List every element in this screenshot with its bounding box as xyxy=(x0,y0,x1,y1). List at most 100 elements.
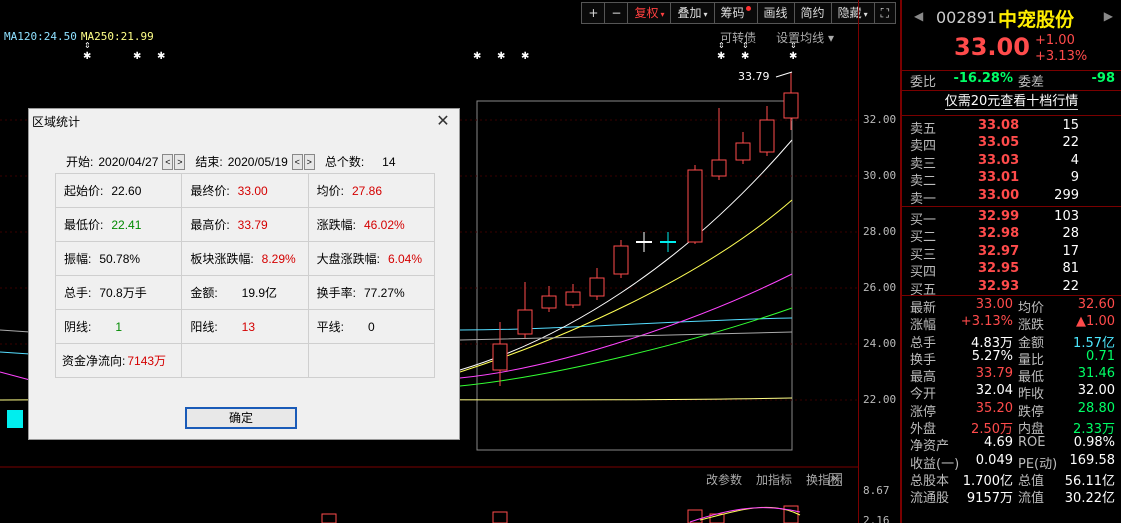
ask-book: 卖五 33.08 15 卖四 33.05 22 卖三 33.03 4 卖二 33.01 9 卖一… xyxy=(902,116,1121,207)
add-indicator-link[interactable]: 加指标 xyxy=(756,471,792,488)
stat-label: 最终价: xyxy=(190,184,230,198)
draw-line-button[interactable]: 画线 xyxy=(756,2,795,24)
kline-candle xyxy=(687,169,703,243)
stat-value: 5.27% xyxy=(971,348,1013,364)
webi-value: -16.28% xyxy=(953,71,1013,86)
stat-label: 金额: xyxy=(190,286,218,300)
quote-stat-row: 总手 4.83万 金额 1.57亿 xyxy=(902,332,1121,351)
ask-row: 卖二 33.01 9 xyxy=(902,170,1121,189)
close-icon[interactable]: ✕ xyxy=(435,111,451,130)
next-stock-icon[interactable]: ▶ xyxy=(1104,9,1113,23)
stat-label: 最低价: xyxy=(64,218,104,232)
event-star-icon: ✱ xyxy=(157,51,165,62)
stat-value: 0 xyxy=(368,320,375,334)
bid-row: 买二 32.98 28 xyxy=(902,226,1121,246)
ask-price: 33.01 xyxy=(978,170,1020,186)
quote-stat-row: 今开 32.04 昨收 32.00 xyxy=(902,383,1121,402)
stat-value: 30.22亿 xyxy=(1064,491,1115,507)
stat-value: 27.86 xyxy=(352,184,383,198)
stat-label: 量比 xyxy=(1018,352,1045,368)
ma10-line xyxy=(459,199,793,373)
stat-label: 最高 xyxy=(910,370,937,386)
overlay-button[interactable]: 叠加 ▾ xyxy=(670,2,715,24)
ask-price: 33.00 xyxy=(978,187,1020,203)
stat-label: 内盘 xyxy=(1018,422,1045,438)
convertible-bond-link[interactable]: 可转债 xyxy=(720,29,756,46)
close-indicator-icon[interactable]: ✕ xyxy=(829,473,842,486)
restore-right-button[interactable]: 复权 ▾ xyxy=(627,2,672,24)
stat-label: 阳线: xyxy=(190,320,218,334)
stat-value: 46.02% xyxy=(364,218,405,232)
price-tick: 22.00 xyxy=(863,393,897,406)
set-ma-link[interactable]: 设置均线 ▾ xyxy=(776,29,834,46)
kline-candle xyxy=(541,295,557,309)
stat-value: 32.60 xyxy=(1077,297,1115,312)
weicha-value: -98 xyxy=(1091,71,1116,86)
stat-value: 35.20 xyxy=(975,400,1013,416)
ask-price: 33.05 xyxy=(978,135,1020,151)
stat-value: 28.80 xyxy=(1077,400,1115,416)
stat-label: 振幅: xyxy=(64,252,92,266)
price-change: +1.00 +3.13% xyxy=(1035,33,1087,65)
event-star-icon: ✱ xyxy=(83,51,91,62)
event-star-icon: ✱ xyxy=(473,51,481,62)
count-value: 14 xyxy=(382,154,396,169)
stat-label: 最高价: xyxy=(190,218,230,232)
end-prev-button[interactable]: < xyxy=(291,153,303,170)
stat-cell: 换手率: 77.27% xyxy=(307,275,436,310)
stat-value: 22.41 xyxy=(111,218,142,232)
bid-book: 买一 32.99 103 买二 32.98 28 买三 32.97 17 买四 32.95 81… xyxy=(902,207,1121,298)
quote-header: ◀ 002891 中宠股份 ▶ 33.00 +1.00 +3.13% xyxy=(902,0,1121,70)
ask-row: 卖三 33.03 4 xyxy=(902,152,1121,172)
stat-value: 32.00 xyxy=(1077,383,1115,399)
quote-stat-row: 涨停 35.20 跌停 28.80 xyxy=(902,400,1121,420)
change-pct: +3.13% xyxy=(1035,49,1088,64)
bid-volume: 22 xyxy=(1062,278,1079,294)
start-next-button[interactable]: > xyxy=(174,153,186,170)
stat-value: 7143万 xyxy=(127,354,167,368)
ask-row: 卖五 33.08 15 xyxy=(902,118,1121,137)
chips-button[interactable]: 筹码 xyxy=(713,2,758,24)
zoom-out-button[interactable]: − xyxy=(604,2,629,24)
stat-label: 阴线: xyxy=(64,320,92,334)
bid-label: 买二 xyxy=(910,230,937,246)
stat-value: 56.11亿 xyxy=(1064,473,1115,489)
bid-label: 买三 xyxy=(910,247,937,263)
stat-label: 起始价: xyxy=(64,184,104,198)
stat-label: 涨跌幅: xyxy=(316,218,356,232)
end-date: 2020/05/19 xyxy=(227,154,288,169)
price-tick: 24.00 xyxy=(863,337,897,350)
stat-label: 换手 xyxy=(910,352,937,368)
ask-volume: 9 xyxy=(1070,170,1079,186)
zoom-in-button[interactable]: + xyxy=(581,2,606,24)
stat-label: 板块涨跌幅: xyxy=(190,252,254,266)
bid-volume: 103 xyxy=(1054,209,1079,224)
price-axis: 32.00 30.00 28.00 26.00 24.00 22.00 8.67… xyxy=(858,0,898,523)
start-prev-button[interactable]: < xyxy=(162,153,174,170)
bid-price: 32.97 xyxy=(978,243,1020,259)
kline-candle xyxy=(759,119,775,153)
bid-price: 32.93 xyxy=(978,278,1020,294)
stat-value: 2.50万 xyxy=(971,422,1013,438)
event-star-icon: ✱ xyxy=(521,51,529,62)
region-stats-dialog: 区域统计 ✕ 开始: 2020/04/27 < > 结束: 2020/05/19… xyxy=(28,108,460,440)
ok-button[interactable]: 确定 xyxy=(185,407,297,429)
stat-value: 33.00 xyxy=(975,297,1013,312)
quote-stat-row: 最高 33.79 最低 31.46 xyxy=(902,366,1121,386)
end-next-button[interactable]: > xyxy=(303,153,315,170)
stat-label: 流通股 xyxy=(910,491,950,507)
stat-cell: 板块涨跌幅: 8.29% xyxy=(181,241,309,276)
stat-label: 跌停 xyxy=(1018,404,1045,420)
prev-stock-icon[interactable]: ◀ xyxy=(914,9,923,23)
stat-cell: 金额: 19.9亿 xyxy=(181,275,309,310)
stat-label: 涨幅 xyxy=(910,318,937,334)
simple-mode-button[interactable]: 简约 xyxy=(793,2,832,24)
bid-volume: 28 xyxy=(1062,226,1079,242)
quote-stat-row: 换手 5.27% 量比 0.71 xyxy=(902,348,1121,368)
dialog-range-header: 开始: 2020/04/27 < > 结束: 2020/05/19 < > 总个… xyxy=(66,153,396,170)
ten-level-link[interactable]: 仅需20元查看十档行情 xyxy=(902,91,1121,115)
webi-label: 委比 xyxy=(910,75,937,90)
edit-params-link[interactable]: 改参数 xyxy=(706,471,742,488)
ask-price: 33.03 xyxy=(978,152,1020,168)
high-marker: 33.79 xyxy=(738,70,770,83)
